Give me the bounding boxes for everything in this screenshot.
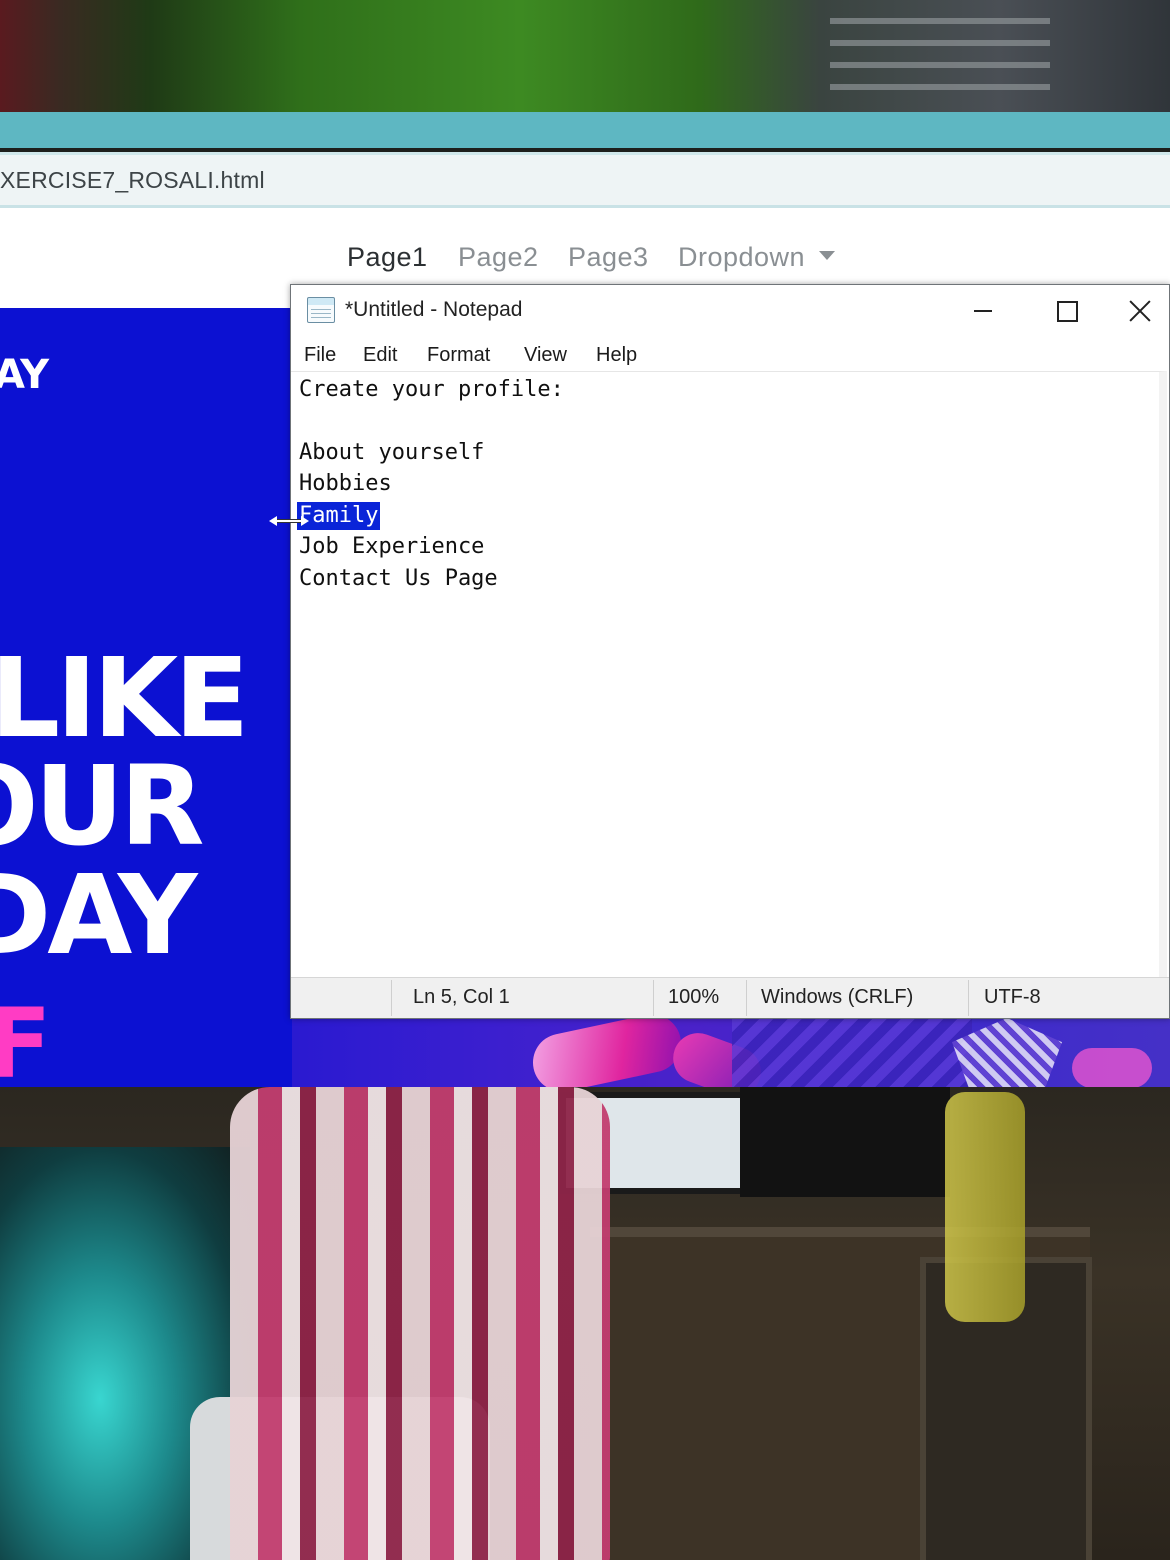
maximize-icon	[1056, 300, 1078, 322]
nav-dropdown[interactable]: Dropdown	[678, 242, 836, 273]
bottles-photo	[945, 1092, 1025, 1322]
hero-accent-text: F	[0, 988, 52, 1087]
text-line[interactable]: Create your profile:	[299, 376, 564, 404]
notepad-menubar: File Edit Format View Help	[291, 337, 1169, 371]
status-zoom: 100%	[668, 986, 720, 1008]
pattern-decoration	[732, 1018, 972, 1087]
hero-banner: AY LIKE OUR DAY F	[0, 308, 292, 1087]
caret-down-icon	[819, 251, 836, 261]
nav-link-page1[interactable]: Page1	[347, 242, 428, 273]
nav-link-page3[interactable]: Page3	[568, 242, 649, 273]
hero-line-3: DAY	[0, 851, 198, 979]
notepad-text-area[interactable]: Create your profile: About yourself Hobb…	[291, 371, 1167, 978]
text-line[interactable]: About yourself	[299, 439, 484, 467]
menu-view[interactable]: View	[524, 344, 567, 367]
hero-small-text: AY	[0, 352, 49, 398]
person-photo	[230, 1087, 610, 1560]
window-blind-slat	[830, 40, 1050, 46]
address-text[interactable]: XERCISE7_ROSALI.html	[0, 167, 265, 194]
window-blind-slat	[830, 84, 1050, 90]
selected-text-line[interactable]: Family	[297, 502, 381, 530]
menu-edit[interactable]: Edit	[363, 344, 397, 367]
text-line[interactable]: Hobbies	[299, 470, 392, 498]
nav-dropdown-label: Dropdown	[678, 242, 806, 272]
close-icon	[1129, 300, 1151, 322]
notepad-statusbar: Ln 5, Col 1 100% Windows (CRLF) UTF-8	[291, 977, 1169, 1018]
status-cursor-position: Ln 5, Col 1	[413, 986, 510, 1008]
hero-line-2: OUR	[0, 742, 205, 870]
background-photo-bottom	[0, 1087, 1170, 1560]
status-divider	[746, 980, 747, 1016]
notepad-titlebar[interactable]: *Untitled - Notepad	[291, 285, 1169, 337]
status-divider	[968, 980, 969, 1016]
menu-help[interactable]: Help	[596, 344, 637, 367]
menu-format[interactable]: Format	[427, 344, 490, 367]
address-bar[interactable]: XERCISE7_ROSALI.html	[0, 152, 1170, 210]
background-photo-top	[0, 0, 1170, 112]
maximize-button[interactable]	[1025, 285, 1109, 337]
hero-decoration-strip	[292, 1018, 1170, 1087]
window-blind-slat	[830, 62, 1050, 68]
nav-link-page2[interactable]: Page2	[458, 242, 539, 273]
text-line[interactable]: Job Experience	[299, 533, 484, 561]
menu-file[interactable]: File	[304, 344, 336, 367]
monitor-photo	[740, 1087, 950, 1197]
window-title: *Untitled - Notepad	[345, 298, 523, 321]
hero-line-1: LIKE	[0, 634, 249, 762]
minimize-button[interactable]	[941, 285, 1025, 337]
status-divider	[653, 980, 654, 1016]
status-line-ending: Windows (CRLF)	[761, 986, 914, 1008]
browser-top-bar	[0, 112, 1170, 148]
resize-cursor-icon	[269, 515, 309, 527]
glow-decoration	[1072, 1048, 1152, 1087]
status-encoding: UTF-8	[984, 986, 1041, 1008]
minimize-icon	[974, 310, 992, 312]
window-blind-slat	[830, 18, 1050, 24]
status-divider	[391, 980, 392, 1016]
notepad-app-icon[interactable]	[307, 297, 335, 323]
text-line[interactable]: Contact Us Page	[299, 565, 498, 593]
notepad-window: *Untitled - Notepad File Edit Format Vie…	[269, 284, 1170, 1019]
ribbon-decoration	[527, 1018, 687, 1087]
close-button[interactable]	[1109, 285, 1170, 337]
